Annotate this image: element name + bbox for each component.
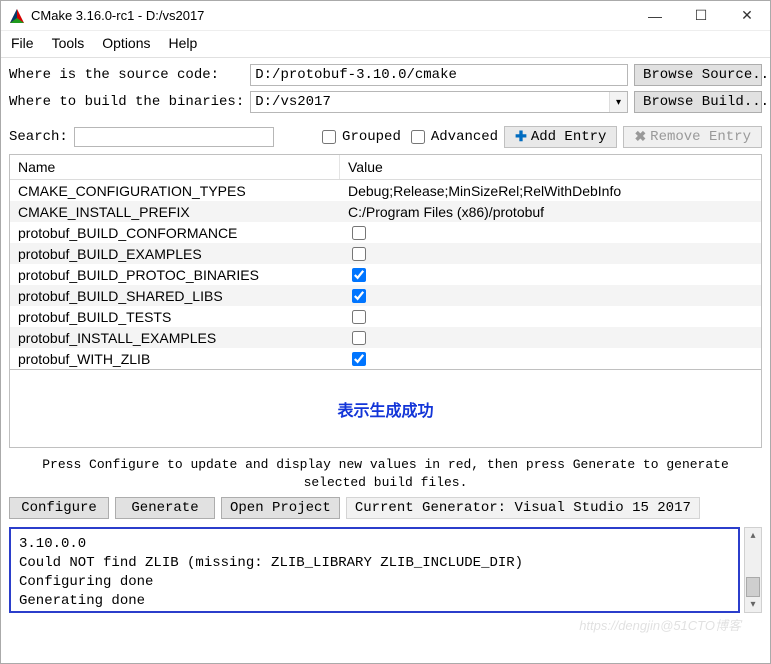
scroll-thumb[interactable] (746, 577, 760, 597)
window-controls: — ☐ ✕ (632, 1, 770, 30)
output-scrollbar[interactable]: ▴ ▾ (744, 527, 762, 613)
cell-name: protobuf_BUILD_EXAMPLES (10, 246, 340, 262)
search-input[interactable] (74, 127, 274, 147)
cmake-gui-window: CMake 3.16.0-rc1 - D:/vs2017 — ☐ ✕ File … (0, 0, 771, 664)
paths-form: Where is the source code: Browse Source.… (1, 58, 770, 122)
close-button[interactable]: ✕ (724, 1, 770, 30)
build-label: Where to build the binaries: (9, 94, 244, 110)
table-row[interactable]: protobuf_BUILD_PROTOC_BINARIES (10, 264, 761, 285)
scroll-up-icon[interactable]: ▴ (750, 530, 755, 541)
scroll-down-icon[interactable]: ▾ (750, 599, 755, 610)
cell-name: protobuf_BUILD_TESTS (10, 309, 340, 325)
table-row[interactable]: protobuf_BUILD_CONFORMANCE (10, 222, 761, 243)
chevron-down-icon[interactable]: ▾ (609, 92, 627, 112)
cell-value[interactable] (340, 244, 761, 264)
cell-value[interactable] (340, 265, 761, 285)
remove-icon: ✖ (634, 129, 646, 146)
table-row[interactable]: protobuf_INSTALL_EXAMPLES (10, 327, 761, 348)
browse-source-button[interactable]: Browse Source... (634, 64, 762, 86)
cell-value[interactable]: Debug;Release;MinSizeRel;RelWithDebInfo (340, 183, 761, 199)
open-project-button[interactable]: Open Project (221, 497, 340, 519)
table-row[interactable]: protobuf_BUILD_SHARED_LIBS (10, 285, 761, 306)
advanced-checkbox[interactable]: Advanced (407, 127, 498, 147)
cell-value[interactable] (340, 286, 761, 306)
window-title: CMake 3.16.0-rc1 - D:/vs2017 (31, 8, 632, 23)
titlebar: CMake 3.16.0-rc1 - D:/vs2017 — ☐ ✕ (1, 1, 770, 31)
search-label: Search: (9, 129, 68, 145)
action-row: Configure Generate Open Project Current … (1, 493, 770, 525)
cache-table: Name Value CMAKE_CONFIGURATION_TYPESDebu… (9, 154, 762, 370)
value-checkbox[interactable] (352, 310, 366, 324)
cell-name: CMAKE_INSTALL_PREFIX (10, 204, 340, 220)
hint-text: Press Configure to update and display ne… (1, 452, 770, 493)
remove-entry-button: ✖Remove Entry (623, 126, 762, 148)
search-toolbar: Search: Grouped Advanced ✚Add Entry ✖Rem… (1, 122, 770, 154)
column-value[interactable]: Value (340, 155, 761, 179)
table-header: Name Value (10, 155, 761, 180)
build-path-input[interactable] (251, 92, 609, 112)
column-name[interactable]: Name (10, 155, 340, 179)
value-checkbox[interactable] (352, 352, 366, 366)
maximize-button[interactable]: ☐ (678, 1, 724, 30)
add-entry-button[interactable]: ✚Add Entry (504, 126, 617, 148)
menu-help[interactable]: Help (169, 35, 198, 51)
success-annotation: 表示生成成功 (9, 370, 762, 448)
cell-value[interactable]: C:/Program Files (x86)/protobuf (340, 204, 761, 220)
source-path-input[interactable] (250, 64, 628, 86)
configure-button[interactable]: Configure (9, 497, 109, 519)
build-path-combo[interactable]: ▾ (250, 91, 628, 113)
generate-button[interactable]: Generate (115, 497, 215, 519)
value-checkbox[interactable] (352, 268, 366, 282)
table-row[interactable]: protobuf_BUILD_TESTS (10, 306, 761, 327)
cell-value[interactable] (340, 328, 761, 348)
value-checkbox[interactable] (352, 247, 366, 261)
current-generator-label: Current Generator: Visual Studio 15 2017 (346, 497, 700, 519)
table-row[interactable]: CMAKE_CONFIGURATION_TYPESDebug;Release;M… (10, 180, 761, 201)
menu-tools[interactable]: Tools (52, 35, 85, 51)
cell-value[interactable] (340, 223, 761, 243)
cell-name: protobuf_INSTALL_EXAMPLES (10, 330, 340, 346)
value-checkbox[interactable] (352, 226, 366, 240)
menu-file[interactable]: File (11, 35, 34, 51)
cell-name: protobuf_WITH_ZLIB (10, 351, 340, 367)
cell-name: protobuf_BUILD_PROTOC_BINARIES (10, 267, 340, 283)
table-row[interactable]: CMAKE_INSTALL_PREFIXC:/Program Files (x8… (10, 201, 761, 222)
table-row[interactable]: protobuf_WITH_ZLIB (10, 348, 761, 369)
menubar: File Tools Options Help (1, 31, 770, 58)
cell-name: CMAKE_CONFIGURATION_TYPES (10, 183, 340, 199)
cmake-logo-icon (9, 8, 25, 24)
table-body: CMAKE_CONFIGURATION_TYPESDebug;Release;M… (10, 180, 761, 369)
grouped-checkbox[interactable]: Grouped (318, 127, 401, 147)
cell-name: protobuf_BUILD_SHARED_LIBS (10, 288, 340, 304)
output-log[interactable]: 3.10.0.0 Could NOT find ZLIB (missing: Z… (9, 527, 740, 613)
value-checkbox[interactable] (352, 289, 366, 303)
table-row[interactable]: protobuf_BUILD_EXAMPLES (10, 243, 761, 264)
cell-value[interactable] (340, 349, 761, 369)
browse-build-button[interactable]: Browse Build... (634, 91, 762, 113)
plus-icon: ✚ (515, 129, 527, 146)
value-checkbox[interactable] (352, 331, 366, 345)
cell-name: protobuf_BUILD_CONFORMANCE (10, 225, 340, 241)
cell-value[interactable] (340, 307, 761, 327)
source-label: Where is the source code: (9, 67, 244, 83)
minimize-button[interactable]: — (632, 1, 678, 30)
menu-options[interactable]: Options (102, 35, 150, 51)
output-area: 3.10.0.0 Could NOT find ZLIB (missing: Z… (9, 527, 762, 655)
